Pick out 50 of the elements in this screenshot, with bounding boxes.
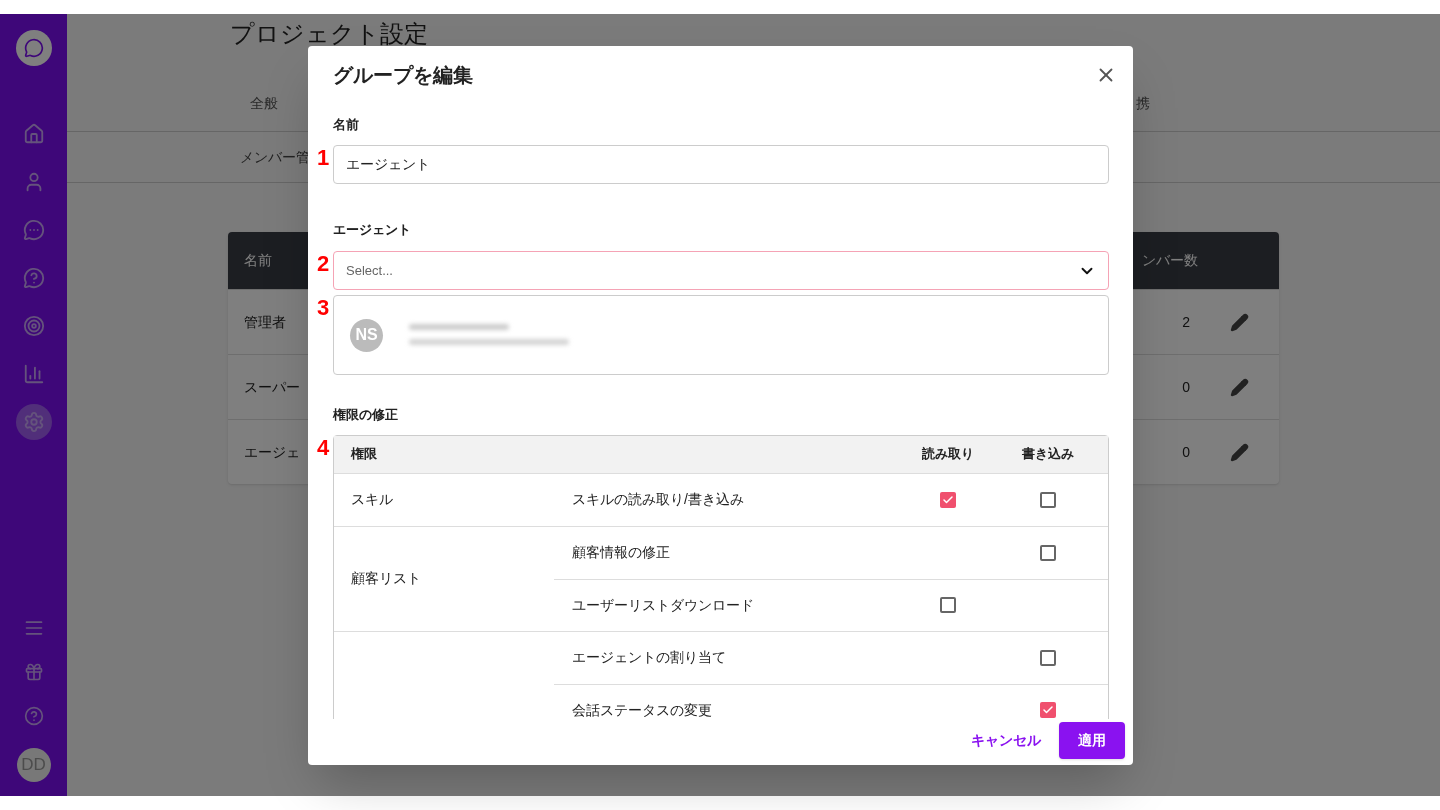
- table-cell-text: 0: [1182, 442, 1190, 462]
- tab[interactable]: 携: [1136, 76, 1150, 131]
- agent-avatar: NS: [350, 318, 383, 352]
- checkbox[interactable]: [1040, 544, 1056, 561]
- edit-icon[interactable]: [1230, 377, 1249, 397]
- checkbox[interactable]: [940, 491, 956, 508]
- cancel-button[interactable]: キャンセル: [969, 721, 1043, 759]
- table-cell-text: エージェントの割り当て: [571, 648, 727, 667]
- check-icon: [1042, 704, 1054, 716]
- gift-icon[interactable]: [23, 662, 44, 682]
- table-cell-text: ユーザーリストダウンロード: [571, 595, 755, 615]
- check-icon: [942, 493, 954, 506]
- annotation-number: 1: [317, 146, 330, 169]
- settings-icon[interactable]: [15, 404, 52, 440]
- edit-icon[interactable]: [1230, 442, 1249, 462]
- table-cell-text: スキルの読み取り/書き込み: [571, 490, 745, 509]
- table-cell-text: 顧客リスト: [351, 569, 421, 588]
- edit-icon[interactable]: [1230, 312, 1249, 332]
- column-header: ンバー数: [1142, 251, 1198, 270]
- dialog-title: グループを編集: [333, 63, 473, 88]
- column-header: 書き込み: [1021, 445, 1075, 464]
- table-cell-text: 顧客情報の修正: [571, 543, 671, 562]
- checkbox[interactable]: [1040, 649, 1056, 666]
- checkbox[interactable]: [1040, 702, 1056, 718]
- table-cell-text: エージェ: [244, 442, 300, 462]
- annotation-number: 3: [317, 297, 330, 319]
- checkbox[interactable]: [1040, 491, 1056, 508]
- apply-button[interactable]: 適用: [1059, 721, 1125, 759]
- section-label: 権限の修正: [333, 406, 399, 424]
- field-label: 名前: [333, 116, 360, 134]
- table-cell-text: スーパー: [244, 377, 300, 397]
- table-cell-text: 0: [1182, 377, 1190, 397]
- annotation-number: 2: [317, 253, 330, 275]
- checkbox[interactable]: [940, 597, 956, 613]
- table-cell-text: 会話ステータスの変更: [571, 700, 713, 719]
- column-header: 名前: [244, 251, 272, 270]
- table-cell-text: 2: [1182, 312, 1190, 332]
- agent-select[interactable]: Select...: [333, 251, 1109, 290]
- tab[interactable]: 全般: [250, 76, 278, 131]
- annotation-number: 4: [317, 436, 330, 459]
- logo-icon[interactable]: [15, 30, 52, 66]
- column-header: 読み取り: [921, 445, 975, 464]
- name-field[interactable]: エージェント: [333, 144, 1109, 184]
- table-cell-text: 管理者: [244, 312, 286, 332]
- table-cell-text: スキル: [351, 490, 393, 509]
- field-label: エージェント: [333, 220, 412, 239]
- column-header: 権限: [349, 445, 378, 464]
- menu-icon[interactable]: [23, 618, 44, 638]
- page-title: プロジェクト設定: [230, 19, 428, 49]
- help-icon[interactable]: [23, 706, 44, 726]
